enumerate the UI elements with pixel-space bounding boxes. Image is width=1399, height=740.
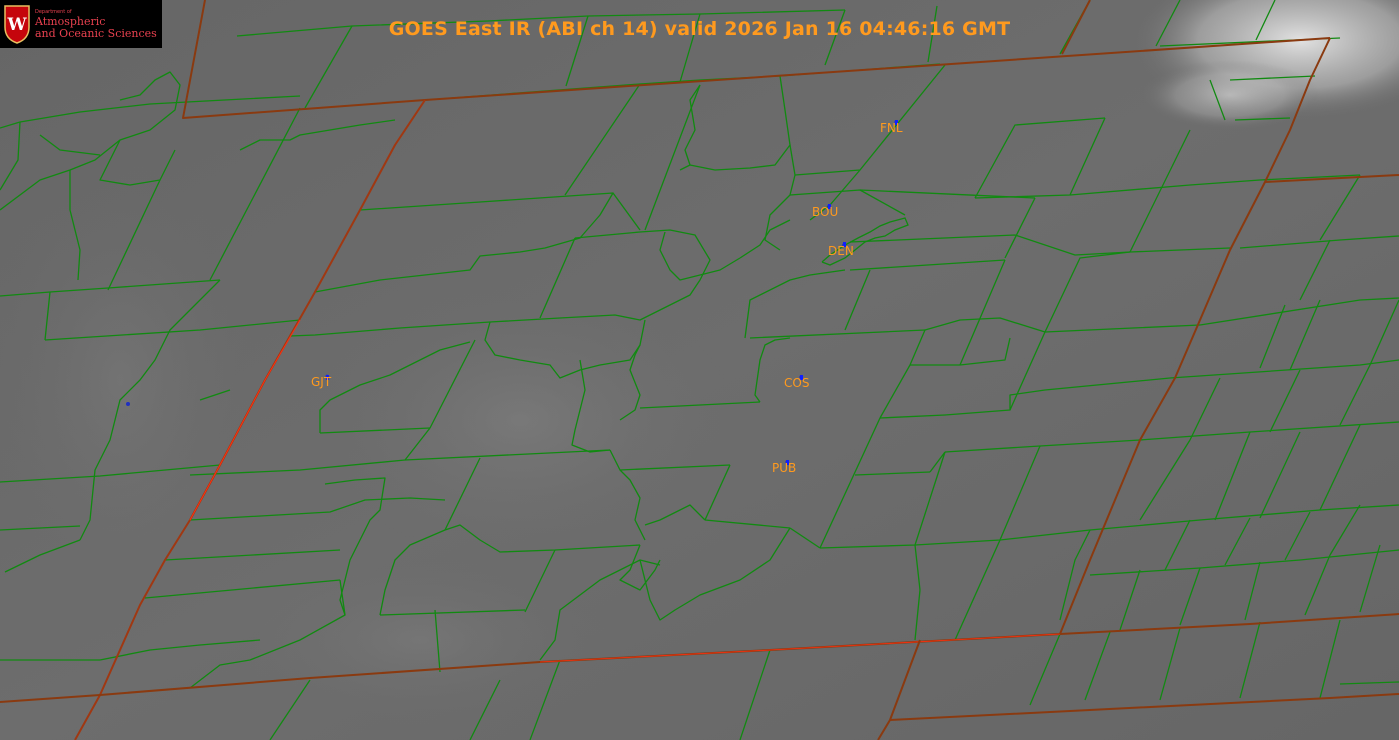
satellite-map: FNL BOU DEN GJT COS PUB — [0, 0, 1399, 740]
logo-line-1: Atmospheric — [35, 14, 106, 28]
aos-logo[interactable]: W Department of Atmospheric and Oceanic … — [0, 0, 162, 48]
station-label-cos: COS — [784, 376, 809, 390]
station-label-pub: PUB — [772, 461, 796, 475]
station-label-bou: BOU — [812, 205, 838, 219]
station-bou: BOU — [812, 204, 838, 219]
station-gjt: GJT — [311, 375, 332, 389]
station-fnl: FNL — [880, 120, 903, 135]
cloud-haze-1 — [300, 280, 740, 560]
logo-text: Department of Atmospheric and Oceanic Sc… — [35, 9, 157, 40]
station-label-den: DEN — [828, 244, 854, 258]
uw-crest-icon: W — [4, 5, 30, 44]
logo-line-2: and Oceanic Sciences — [35, 26, 157, 40]
station-label-gjt: GJT — [311, 375, 332, 389]
crest-letter: W — [6, 15, 27, 35]
cloud-haze-2 — [220, 550, 620, 730]
map-title: GOES East IR (ABI ch 14) valid 2026 Jan … — [388, 18, 1011, 40]
station-cos: COS — [784, 375, 809, 390]
station-pub: PUB — [772, 460, 796, 475]
station-label-fnl: FNL — [880, 121, 903, 135]
station-den: DEN — [828, 242, 854, 258]
cloud-bright-2 — [1140, 60, 1320, 130]
